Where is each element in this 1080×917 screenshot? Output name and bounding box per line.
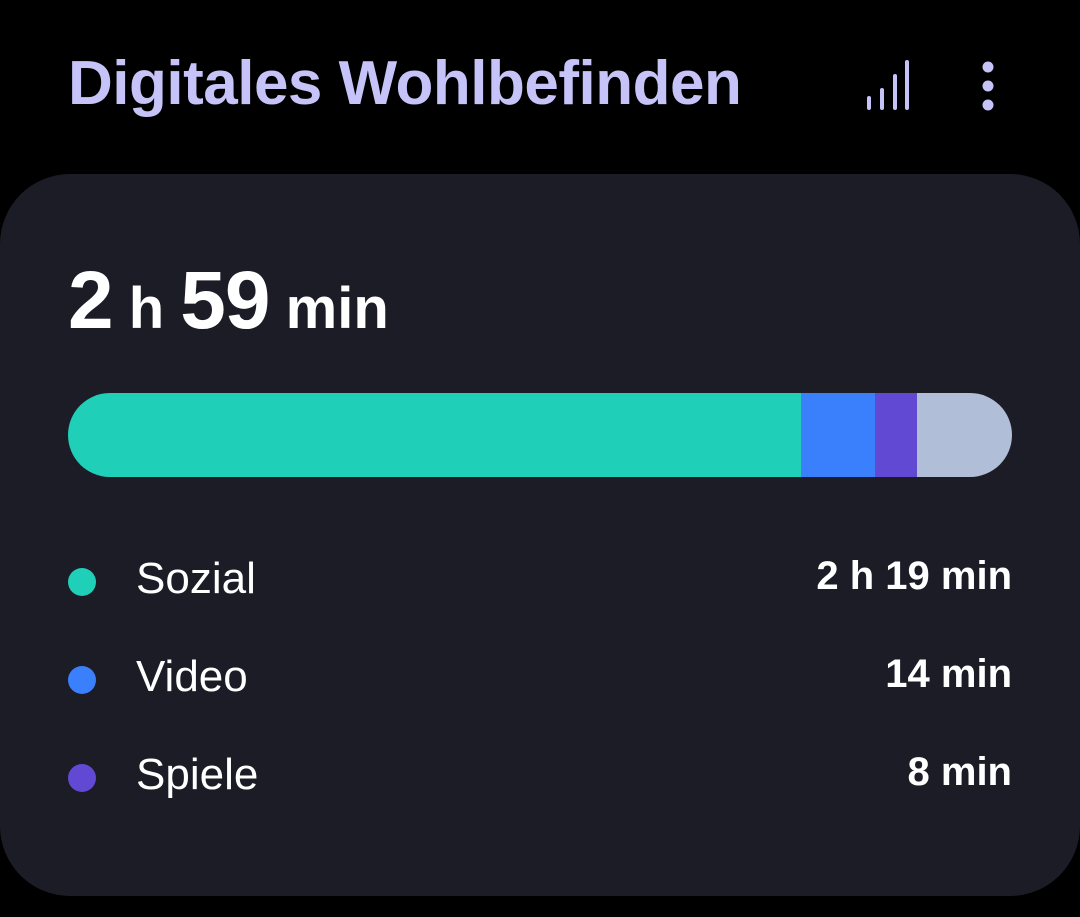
total-screen-time: 2 h 59 min <box>68 254 389 348</box>
legend-value: 2 h 19 min <box>816 554 1012 598</box>
legend-value: 14 min <box>885 652 1012 696</box>
legend-label: Video <box>136 652 248 701</box>
page-title: Digitales Wohlbefinden <box>68 49 742 118</box>
category-legend: Sozial 2 h 19 min Video 14 min Spiele 8 … <box>68 534 1012 828</box>
bar-chart-icon[interactable] <box>858 56 918 116</box>
usage-bar-segment-spiele <box>874 393 918 477</box>
legend-row-spiele: Spiele 8 min <box>68 730 1012 828</box>
usage-bar-segment-other <box>917 393 1012 477</box>
usage-bar-segment-sozial <box>68 393 802 477</box>
usage-bar-segment-video <box>801 393 875 477</box>
spiele-color-dot <box>68 764 96 792</box>
legend-value: 8 min <box>907 750 1012 794</box>
app-header: Digitales Wohlbefinden <box>0 0 1080 170</box>
legend-label: Sozial <box>136 554 256 603</box>
legend-row-sozial: Sozial 2 h 19 min <box>68 534 1012 632</box>
total-minutes: 59 <box>180 255 270 346</box>
total-hours: 2 <box>68 255 114 346</box>
screen-time-card[interactable]: 2 h 59 min Sozial 2 h 19 min Video 14 mi… <box>0 174 1080 896</box>
usage-bar <box>68 393 1012 477</box>
video-color-dot <box>68 666 96 694</box>
legend-label: Spiele <box>136 750 259 799</box>
sozial-color-dot <box>68 568 96 596</box>
legend-row-video: Video 14 min <box>68 632 1012 730</box>
minutes-unit: min <box>285 276 389 341</box>
more-vertical-icon[interactable] <box>958 56 1018 116</box>
hours-unit: h <box>128 276 165 341</box>
